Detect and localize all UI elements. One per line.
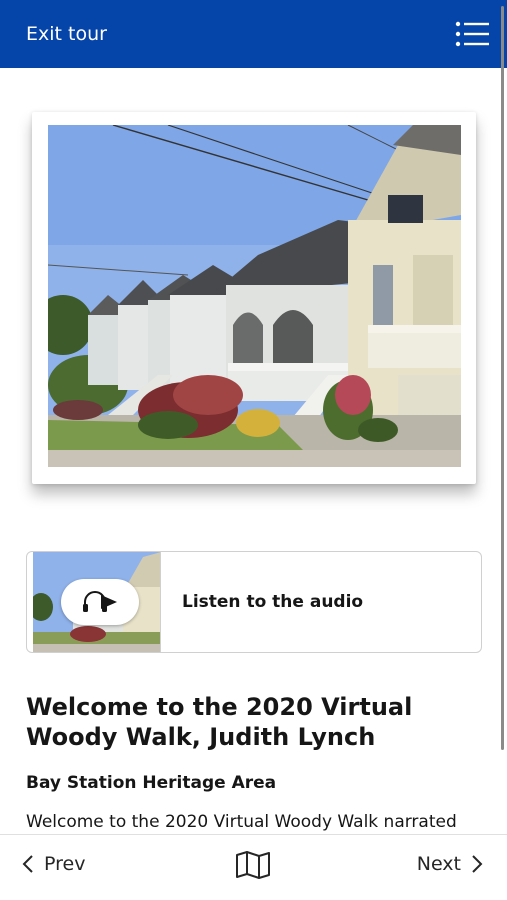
map-icon[interactable] [235,851,271,879]
headphones-play-icon [83,591,117,612]
exit-tour-button[interactable]: Exit tour [26,23,107,45]
prev-button[interactable]: Prev [22,853,85,875]
hero-photo-frame [32,112,476,484]
bottom-nav-bar: Prev Next [0,834,507,900]
chevron-right-icon [472,855,483,873]
page-title: Welcome to the 2020 Virtual Woody Walk, … [26,693,413,751]
body-text: Welcome to the 2020 Virtual Woody Walk n… [26,812,457,832]
next-label: Next [416,853,461,875]
chevron-left-icon [22,855,33,873]
scrollbar[interactable] [501,6,504,750]
list-menu-icon[interactable] [455,20,489,48]
listen-audio-label: Listen to the audio [182,592,364,612]
victorian-houses-photo [48,125,461,467]
page-subtitle: Bay Station Heritage Area [26,773,277,793]
listen-audio-card[interactable]: Listen to the audio [26,551,482,653]
top-bar: Exit tour [0,0,507,68]
play-audio-button[interactable] [61,579,139,625]
prev-label: Prev [44,853,86,875]
next-button[interactable]: Next [417,853,483,875]
audio-divider [160,552,161,652]
audio-thumbnail [33,552,161,652]
